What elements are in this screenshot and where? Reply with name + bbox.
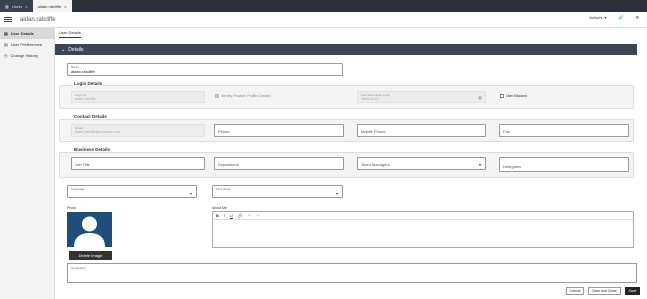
phone-placeholder: Phone	[218, 129, 230, 134]
redo-icon[interactable]: ↷	[256, 213, 259, 218]
id-card-icon: ▤	[4, 31, 8, 36]
bold-button[interactable]: B	[216, 213, 219, 218]
photo-label: Photo	[67, 206, 77, 210]
time-zone-select[interactable]: Time Zone ▾	[212, 185, 343, 198]
link-icon[interactable]: 🔗	[238, 213, 243, 218]
undo-icon[interactable]: ↶	[248, 213, 251, 218]
sidebar: ▤ User Details ▤ User Preferences ◷ Chan…	[0, 28, 55, 299]
language-select[interactable]: Language ▾	[67, 185, 197, 198]
user-blocked-label: User Blocked	[506, 94, 527, 98]
clock-icon: ◷	[4, 53, 8, 58]
comments-label: Comments	[71, 266, 86, 270]
close-icon[interactable]: ×	[25, 4, 27, 9]
checkbox-box	[500, 94, 504, 98]
caret-down-icon: ▾	[335, 191, 338, 196]
delegates-placeholder: Delegates	[503, 164, 522, 169]
last-login-value: 16/01/2023	[361, 97, 379, 101]
about-me-label: About Me	[212, 206, 227, 210]
sidebar-item-label: User Preferences	[10, 42, 42, 47]
team-managers-select[interactable]: Team Managers ▾	[357, 157, 486, 170]
sidebar-item-label: Change History	[10, 53, 39, 58]
editor-toolbar: B I U 🔗 ↶ ↷	[213, 212, 633, 220]
delete-image-button[interactable]: Delete Image	[69, 251, 112, 260]
italic-button[interactable]: I	[224, 213, 225, 218]
contact-details-title: Contact Details	[73, 114, 108, 119]
caret-down-icon: ▾	[189, 191, 192, 196]
last-login-field: Last Successful Login 16/01/2023 ▦	[357, 91, 486, 103]
checkbox-box	[215, 94, 219, 98]
department-placeholder: Department	[218, 162, 239, 167]
sidebar-item-change-history[interactable]: ◷ Change History	[0, 50, 54, 61]
avatar[interactable]	[67, 212, 112, 247]
fax-field[interactable]: Fax	[499, 124, 629, 137]
language-label: Language	[71, 187, 85, 191]
chevron-down-icon: ▾	[604, 15, 607, 20]
comments-field[interactable]: Comments	[67, 263, 637, 283]
department-field[interactable]: Department	[214, 157, 344, 170]
tab-users[interactable]: ▦ Users ×	[0, 0, 33, 12]
sidebar-item-user-preferences[interactable]: ▤ User Preferences	[0, 39, 54, 50]
business-details-title: Business Details	[73, 147, 112, 152]
details-section-header[interactable]: ⌄ Details	[55, 44, 637, 55]
tab-label: aidan.ratcliffe	[37, 3, 62, 9]
actions-dropdown[interactable]: Actions ▾	[589, 15, 606, 20]
chevron-down-icon: ⌄	[61, 46, 66, 53]
sidebar-item-label: User Details	[10, 31, 34, 36]
tab-user-details[interactable]: User Details	[59, 30, 81, 38]
email-field: Email aidan.ratcliffe@example.com	[71, 124, 205, 137]
delegates-field[interactable]: Delegates	[499, 157, 629, 172]
gear-icon[interactable]: ⚙	[635, 15, 639, 20]
tab-user-record[interactable]: aidan.ratcliffe ×	[32, 0, 72, 12]
about-me-editor[interactable]: B I U 🔗 ↶ ↷	[212, 211, 634, 248]
cancel-button[interactable]: Cancel	[566, 287, 584, 295]
close-icon[interactable]: ×	[64, 4, 66, 9]
job-title-field[interactable]: Job Title	[71, 157, 205, 170]
menu-icon[interactable]	[4, 17, 12, 22]
section-title: Details	[68, 46, 84, 53]
identity-provider-label: Identity Provider Profile Created	[221, 94, 271, 98]
team-managers-placeholder: Team Managers	[361, 162, 390, 167]
fax-placeholder: Fax	[503, 129, 510, 134]
user-silhouette-icon	[74, 216, 105, 247]
user-list-icon: ▤	[4, 42, 8, 47]
login-id-value: aidan.ratcliffe	[75, 97, 96, 101]
user-blocked-checkbox[interactable]: User Blocked	[500, 94, 527, 98]
underline-button[interactable]: U	[230, 213, 233, 218]
save-and-close-button[interactable]: Save and Close	[588, 287, 621, 295]
login-details-title: Login Details	[73, 81, 104, 86]
actions-label: Actions	[589, 15, 603, 20]
mobile-phone-placeholder: Mobile Phone	[361, 129, 386, 134]
phone-field[interactable]: Phone	[214, 124, 344, 137]
tab-bar: ▦ Users × aidan.ratcliffe ×	[0, 0, 647, 12]
calendar-icon: ▦	[478, 95, 482, 100]
identity-provider-checkbox: Identity Provider Profile Created	[215, 94, 271, 98]
job-title-placeholder: Job Title	[75, 162, 90, 167]
mobile-phone-field[interactable]: Mobile Phone	[357, 124, 486, 137]
tab-label: Users	[11, 3, 23, 9]
record-header: aidan.ratcliffe Actions ▾ 🔗 ⚙	[0, 12, 647, 28]
save-button[interactable]: Save	[625, 287, 640, 295]
name-value: aidan.ratcliffe	[71, 69, 95, 74]
email-value: aidan.ratcliffe@example.com	[75, 130, 121, 134]
name-field[interactable]: Name aidan.ratcliffe	[67, 63, 343, 76]
link-icon[interactable]: 🔗	[618, 15, 623, 20]
grid-icon: ▦	[5, 3, 9, 9]
page-title: aidan.ratcliffe	[20, 16, 56, 23]
caret-down-icon: ▾	[478, 162, 481, 167]
login-id-field: Login ID aidan.ratcliffe	[71, 91, 205, 103]
time-zone-label: Time Zone	[216, 187, 231, 191]
sidebar-item-user-details[interactable]: ▤ User Details	[0, 28, 54, 39]
